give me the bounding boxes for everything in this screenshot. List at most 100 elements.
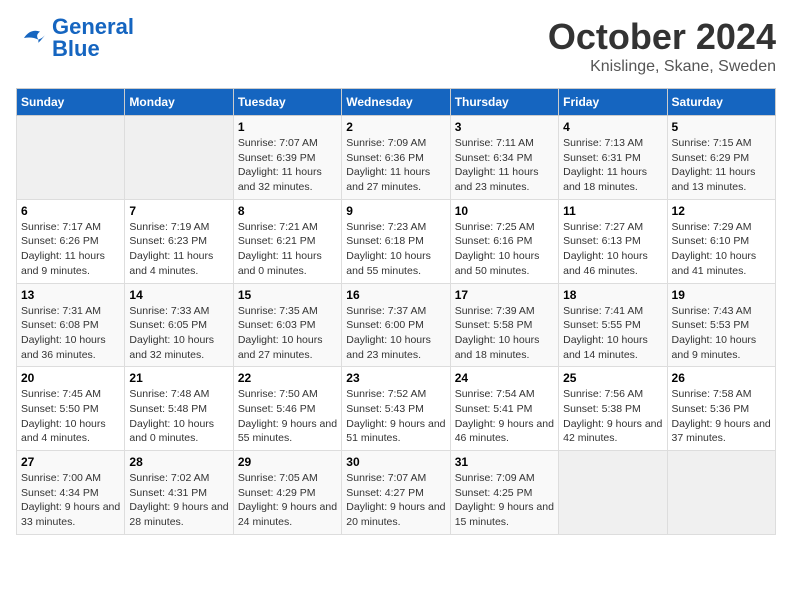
day-number: 23 (346, 371, 445, 385)
table-row: 3Sunrise: 7:11 AM Sunset: 6:34 PM Daylig… (450, 116, 558, 200)
day-number: 10 (455, 204, 554, 218)
day-info: Sunrise: 7:25 AM Sunset: 6:16 PM Dayligh… (455, 220, 554, 279)
day-number: 4 (563, 120, 662, 134)
day-info: Sunrise: 7:48 AM Sunset: 5:48 PM Dayligh… (129, 387, 228, 446)
table-row: 20 Sunrise: 7:45 AM Sunset: 5:50 PM Dayli… (17, 367, 125, 451)
day-info: Sunrise: 7:09 AM Sunset: 6:36 PM Dayligh… (346, 136, 445, 195)
table-row: 21 Sunrise: 7:48 AM Sunset: 5:48 PM Dayli… (125, 367, 233, 451)
day-number: 26 (672, 371, 771, 385)
table-row: 19 Sunrise: 7:43 AM Sunset: 5:53 PM Dayli… (667, 283, 775, 367)
table-row: 15Sunrise: 7:35 AM Sunset: 6:03 PM Dayli… (233, 283, 341, 367)
day-number: 17 (455, 288, 554, 302)
header-friday: Friday (559, 89, 667, 116)
calendar-week-row: 13Sunrise: 7:31 AM Sunset: 6:08 PM Dayli… (17, 283, 776, 367)
day-info: Sunrise: 7:07 AM Sunset: 4:27 PM Dayligh… (346, 471, 445, 530)
day-info: Sunrise: 7:45 AM Sunset: 5:50 PM Dayligh… (21, 387, 120, 446)
day-number: 27 (21, 455, 120, 469)
table-row: 13Sunrise: 7:31 AM Sunset: 6:08 PM Dayli… (17, 283, 125, 367)
day-number: 25 (563, 371, 662, 385)
day-number: 12 (672, 204, 771, 218)
logo: General Blue (16, 16, 134, 60)
table-row: 10 Sunrise: 7:25 AM Sunset: 6:16 PM Dayli… (450, 199, 558, 283)
table-row: 9Sunrise: 7:23 AM Sunset: 6:18 PM Daylig… (342, 199, 450, 283)
table-row: 22 Sunrise: 7:50 AM Sunset: 5:46 PM Dayli… (233, 367, 341, 451)
day-info: Sunrise: 7:41 AM Sunset: 5:55 PM Dayligh… (563, 304, 662, 363)
logo-bird-icon (16, 22, 48, 54)
day-number: 28 (129, 455, 228, 469)
day-number: 8 (238, 204, 337, 218)
day-number: 20 (21, 371, 120, 385)
table-row: 23 Sunrise: 7:52 AM Sunset: 5:43 PM Dayli… (342, 367, 450, 451)
title-block: October 2024 Knislinge, Skane, Sweden (548, 16, 776, 76)
day-info: Sunrise: 7:15 AM Sunset: 6:29 PM Dayligh… (672, 136, 771, 195)
header-saturday: Saturday (667, 89, 775, 116)
day-number: 3 (455, 120, 554, 134)
table-row: 18 Sunrise: 7:41 AM Sunset: 5:55 PM Dayli… (559, 283, 667, 367)
header-sunday: Sunday (17, 89, 125, 116)
table-row: 30 Sunrise: 7:07 AM Sunset: 4:27 PM Dayli… (342, 451, 450, 535)
day-info: Sunrise: 7:52 AM Sunset: 5:43 PM Dayligh… (346, 387, 445, 446)
day-number: 13 (21, 288, 120, 302)
day-number: 21 (129, 371, 228, 385)
day-info: Sunrise: 7:05 AM Sunset: 4:29 PM Dayligh… (238, 471, 337, 530)
table-row: 12Sunrise: 7:29 AM Sunset: 6:10 PM Dayli… (667, 199, 775, 283)
day-number: 22 (238, 371, 337, 385)
day-info: Sunrise: 7:23 AM Sunset: 6:18 PM Dayligh… (346, 220, 445, 279)
day-number: 6 (21, 204, 120, 218)
day-number: 15 (238, 288, 337, 302)
day-info: Sunrise: 7:07 AM Sunset: 6:39 PM Dayligh… (238, 136, 337, 195)
day-number: 29 (238, 455, 337, 469)
header-thursday: Thursday (450, 89, 558, 116)
table-row: 26 Sunrise: 7:58 AM Sunset: 5:36 PM Dayli… (667, 367, 775, 451)
table-row: 7Sunrise: 7:19 AM Sunset: 6:23 PM Daylig… (125, 199, 233, 283)
day-info: Sunrise: 7:09 AM Sunset: 4:25 PM Dayligh… (455, 471, 554, 530)
table-row: 27Sunrise: 7:00 AM Sunset: 4:34 PM Dayli… (17, 451, 125, 535)
day-number: 18 (563, 288, 662, 302)
page-header: General Blue October 2024 Knislinge, Ska… (16, 16, 776, 76)
table-row: 6 Sunrise: 7:17 AM Sunset: 6:26 PM Daylig… (17, 199, 125, 283)
header-tuesday: Tuesday (233, 89, 341, 116)
table-row: 5Sunrise: 7:15 AM Sunset: 6:29 PM Daylig… (667, 116, 775, 200)
table-row (17, 116, 125, 200)
day-number: 16 (346, 288, 445, 302)
day-info: Sunrise: 7:58 AM Sunset: 5:36 PM Dayligh… (672, 387, 771, 446)
month-title: October 2024 (548, 16, 776, 58)
day-number: 11 (563, 204, 662, 218)
table-row: 8 Sunrise: 7:21 AM Sunset: 6:21 PM Daylig… (233, 199, 341, 283)
table-row: 17 Sunrise: 7:39 AM Sunset: 5:58 PM Dayli… (450, 283, 558, 367)
table-row: 29 Sunrise: 7:05 AM Sunset: 4:29 PM Dayli… (233, 451, 341, 535)
day-number: 14 (129, 288, 228, 302)
table-row: 1 Sunrise: 7:07 AM Sunset: 6:39 PM Daylig… (233, 116, 341, 200)
day-info: Sunrise: 7:39 AM Sunset: 5:58 PM Dayligh… (455, 304, 554, 363)
calendar-header-row: Sunday Monday Tuesday Wednesday Thursday… (17, 89, 776, 116)
header-wednesday: Wednesday (342, 89, 450, 116)
header-monday: Monday (125, 89, 233, 116)
calendar-week-row: 6 Sunrise: 7:17 AM Sunset: 6:26 PM Daylig… (17, 199, 776, 283)
table-row: 16 Sunrise: 7:37 AM Sunset: 6:00 PM Dayli… (342, 283, 450, 367)
day-info: Sunrise: 7:27 AM Sunset: 6:13 PM Dayligh… (563, 220, 662, 279)
day-info: Sunrise: 7:54 AM Sunset: 5:41 PM Dayligh… (455, 387, 554, 446)
table-row (667, 451, 775, 535)
day-info: Sunrise: 7:50 AM Sunset: 5:46 PM Dayligh… (238, 387, 337, 446)
day-number: 31 (455, 455, 554, 469)
day-info: Sunrise: 7:37 AM Sunset: 6:00 PM Dayligh… (346, 304, 445, 363)
day-info: Sunrise: 7:17 AM Sunset: 6:26 PM Dayligh… (21, 220, 120, 279)
day-number: 30 (346, 455, 445, 469)
day-number: 1 (238, 120, 337, 134)
table-row: 28 Sunrise: 7:02 AM Sunset: 4:31 PM Dayli… (125, 451, 233, 535)
day-info: Sunrise: 7:02 AM Sunset: 4:31 PM Dayligh… (129, 471, 228, 530)
calendar-week-row: 27Sunrise: 7:00 AM Sunset: 4:34 PM Dayli… (17, 451, 776, 535)
day-number: 24 (455, 371, 554, 385)
table-row: 2Sunrise: 7:09 AM Sunset: 6:36 PM Daylig… (342, 116, 450, 200)
day-number: 7 (129, 204, 228, 218)
table-row: 24 Sunrise: 7:54 AM Sunset: 5:41 PM Dayli… (450, 367, 558, 451)
table-row: 4 Sunrise: 7:13 AM Sunset: 6:31 PM Daylig… (559, 116, 667, 200)
day-info: Sunrise: 7:43 AM Sunset: 5:53 PM Dayligh… (672, 304, 771, 363)
table-row: 31 Sunrise: 7:09 AM Sunset: 4:25 PM Dayli… (450, 451, 558, 535)
table-row (559, 451, 667, 535)
day-number: 19 (672, 288, 771, 302)
day-info: Sunrise: 7:13 AM Sunset: 6:31 PM Dayligh… (563, 136, 662, 195)
day-info: Sunrise: 7:33 AM Sunset: 6:05 PM Dayligh… (129, 304, 228, 363)
day-info: Sunrise: 7:21 AM Sunset: 6:21 PM Dayligh… (238, 220, 337, 279)
location-title: Knislinge, Skane, Sweden (548, 58, 776, 76)
